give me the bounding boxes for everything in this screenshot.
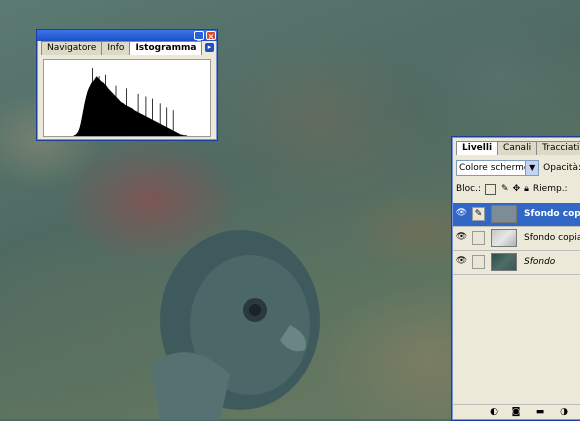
- new-set-icon[interactable]: ▬: [535, 407, 545, 417]
- minimize-icon[interactable]: _: [194, 31, 204, 41]
- layer-thumbnail: [491, 253, 517, 271]
- panel-tabs: Navigatore Info Istogramma ▸: [37, 41, 217, 55]
- eye-icon[interactable]: 👁︎: [455, 256, 468, 268]
- layer-thumbnail: [491, 205, 517, 223]
- mask-icon[interactable]: ◙: [511, 407, 521, 417]
- lock-all-icon[interactable]: 🔒︎: [524, 184, 529, 194]
- layer-style-icon[interactable]: ◐: [489, 407, 499, 417]
- layer-row-sfondo-copia[interactable]: 👁︎ Sfondo copia: [453, 227, 580, 251]
- layer-row-sfondo[interactable]: 👁︎ Sfondo: [453, 251, 580, 275]
- blend-mode-select[interactable]: Colore schermo ▼: [456, 160, 540, 176]
- tab-paths[interactable]: Tracciati: [536, 141, 580, 155]
- histogram-graph: [43, 59, 211, 137]
- blend-mode-value: Colore schermo: [459, 163, 530, 173]
- layer-name: Sfondo copia 2: [524, 209, 580, 219]
- lock-row: Bloc.: ✎ ✥ 🔒︎ Riemp.:: [456, 182, 580, 196]
- close-icon[interactable]: ×: [206, 31, 216, 41]
- tab-layers[interactable]: Livelli: [456, 141, 499, 155]
- tab-histogram[interactable]: Istogramma: [129, 41, 203, 55]
- panel-menu-icon[interactable]: ▸: [205, 43, 214, 52]
- tab-info[interactable]: Info: [101, 41, 131, 55]
- layer-row-sfondo-copia-2[interactable]: 👁︎ ✎ Sfondo copia 2: [453, 203, 580, 227]
- histogram-plot: [64, 68, 189, 136]
- eye-icon[interactable]: 👁︎: [455, 232, 468, 244]
- layer-name: Sfondo: [524, 257, 556, 267]
- lock-transparency-icon[interactable]: [485, 183, 497, 195]
- lock-position-icon[interactable]: ✥: [513, 184, 521, 194]
- layers-tabs: Livelli Canali Tracciati: [452, 137, 580, 155]
- lock-label: Bloc.:: [456, 184, 482, 194]
- eye-icon[interactable]: 👁︎: [455, 208, 468, 220]
- fill-label: Riemp.:: [532, 184, 568, 194]
- panel-titlebar[interactable]: _ ×: [37, 30, 217, 41]
- layer-name: Sfondo copia: [524, 233, 580, 243]
- tab-navigator[interactable]: Navigatore: [41, 41, 103, 55]
- opacity-label: Opacità:: [543, 163, 580, 173]
- brush-icon[interactable]: ✎: [472, 207, 485, 221]
- adjustment-layer-icon[interactable]: ◑: [559, 407, 569, 417]
- histogram-panel: _ × Navigatore Info Istogramma ▸ ⚠: [36, 29, 218, 141]
- layer-thumbnail: [491, 229, 517, 247]
- lock-pixels-icon[interactable]: ✎: [501, 184, 509, 194]
- blend-row: Colore schermo ▼ Opacità:: [456, 160, 580, 176]
- link-box[interactable]: [472, 255, 485, 269]
- tab-channels[interactable]: Canali: [497, 141, 538, 155]
- fish-photo: [150, 230, 320, 420]
- layers-panel: Livelli Canali Tracciati Colore schermo …: [451, 136, 580, 421]
- layers-footer: ◐ ◙ ▬ ◑: [453, 404, 580, 419]
- link-box[interactable]: [472, 231, 485, 245]
- chevron-down-icon[interactable]: ▼: [525, 161, 539, 175]
